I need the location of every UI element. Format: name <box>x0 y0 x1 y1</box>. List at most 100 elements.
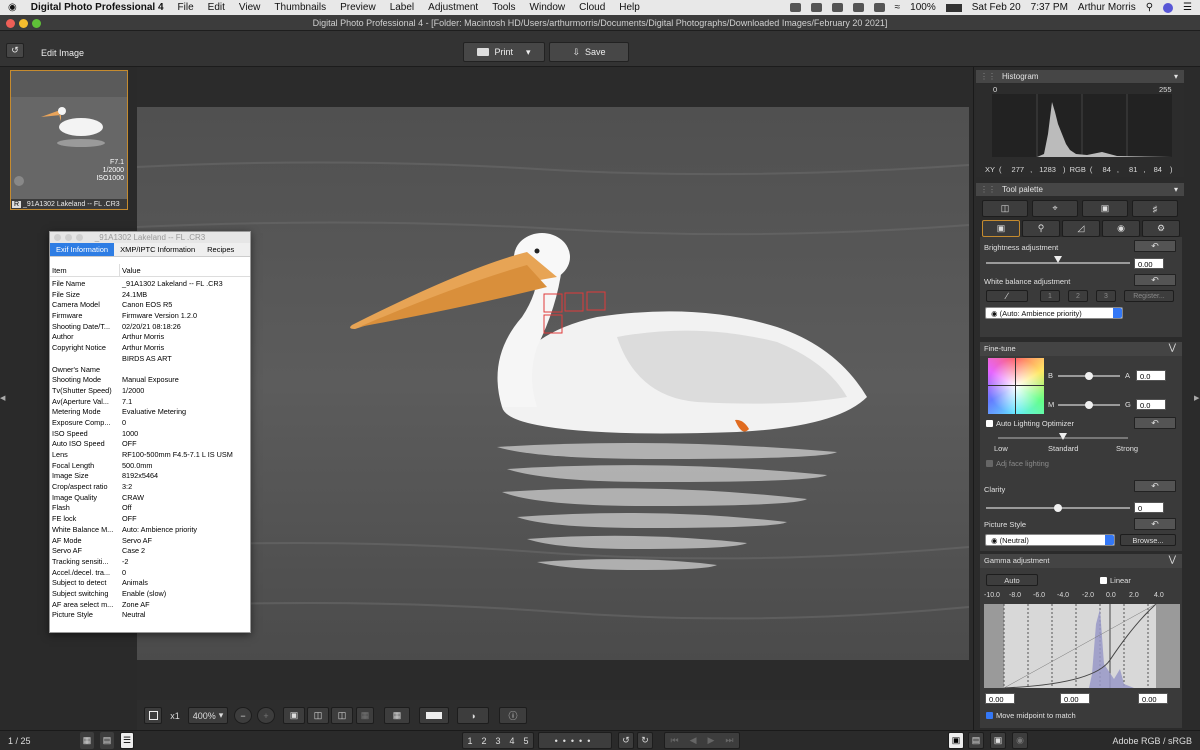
menu-edit[interactable]: Edit <box>208 2 225 13</box>
alo-reset-button[interactable]: ↶ <box>1134 417 1176 429</box>
tray-app-icon[interactable] <box>852 3 864 12</box>
gamma-black-value[interactable]: 0.00 <box>985 693 1015 704</box>
picture-style-reset-button[interactable]: ↶ <box>1134 518 1176 530</box>
exif-row[interactable]: AF Mode Servo AF <box>50 536 250 547</box>
tab-exif-information[interactable]: Exif Information <box>50 243 115 256</box>
tab-brightness-icon[interactable]: ▣ <box>982 220 1020 237</box>
alo-slider-handle[interactable] <box>1059 433 1067 440</box>
exif-row[interactable]: Auto ISO Speed OFF <box>50 439 250 450</box>
exif-row[interactable]: FE lock OFF <box>50 514 250 525</box>
gamma-auto-button[interactable]: Auto <box>986 574 1038 586</box>
save-button[interactable]: ⇩ Save <box>549 42 629 62</box>
exif-row[interactable]: BIRDS AS ART <box>50 354 250 365</box>
exif-row[interactable]: Shooting Mode Manual Exposure <box>50 375 250 386</box>
collapse-icon[interactable]: ⋁ <box>1169 554 1176 565</box>
control-center-icon[interactable]: ☰ <box>1183 2 1192 13</box>
rotate-right-icon[interactable]: ↻ <box>637 732 653 749</box>
first-image-icon[interactable]: ⏮ <box>670 735 678 746</box>
menu-thumbnails[interactable]: Thumbnails <box>274 2 326 13</box>
wb-preset-2[interactable]: 2 <box>1068 290 1088 302</box>
rating-4[interactable]: 4 <box>509 736 514 746</box>
siri-icon[interactable] <box>1163 2 1174 13</box>
menu-window[interactable]: Window <box>530 2 566 13</box>
compare-button[interactable]: ◫ <box>307 707 329 724</box>
eyedropper-button[interactable]: ∕ <box>986 290 1028 302</box>
exif-row[interactable]: Firmware Firmware Version 1.2.0 <box>50 311 250 322</box>
zoom-x1-button[interactable]: x1 <box>165 707 185 724</box>
wb-preset-3[interactable]: 3 <box>1096 290 1116 302</box>
menu-preview[interactable]: Preview <box>340 2 376 13</box>
exif-row[interactable]: Picture Style Neutral <box>50 610 250 621</box>
mg-value[interactable]: 0.0 <box>1136 399 1166 410</box>
tab-recipes[interactable]: Recipes <box>201 243 240 256</box>
exif-row[interactable]: Owner's Name <box>50 365 250 376</box>
menu-help[interactable]: Help <box>619 2 640 13</box>
tab-tone-curve-icon[interactable]: ◿ <box>1062 220 1100 237</box>
menu-label[interactable]: Label <box>390 2 414 13</box>
exif-row[interactable]: File Name _91A1302 Lakeland -- FL .CR3 <box>50 279 250 290</box>
camera-icon[interactable]: ◉ <box>1012 732 1028 749</box>
tab-basic-icon[interactable]: ◫ <box>982 200 1028 217</box>
white-balance-select[interactable]: ◉ (Auto: Ambience priority) <box>985 307 1123 319</box>
tab-crop-icon[interactable]: ⌖ <box>1032 200 1078 217</box>
chevron-down-icon[interactable]: ▾ <box>1174 183 1178 196</box>
thumb-view-medium-icon[interactable]: ▤ <box>100 732 114 749</box>
af-frame-button[interactable] <box>419 707 449 724</box>
clarity-value[interactable]: 0 <box>1134 502 1164 513</box>
exif-row[interactable]: Copyright Notice Arthur Morris <box>50 343 250 354</box>
exif-row[interactable]: ISO Speed 1000 <box>50 429 250 440</box>
thumbnail-item[interactable]: F7.1 1/2000 ISO1000 R _91A1302 Lakeland … <box>10 70 128 210</box>
close-window-icon[interactable] <box>6 19 15 28</box>
exif-row[interactable]: Image Quality CRAW <box>50 493 250 504</box>
wb-register-button[interactable]: Register... <box>1124 290 1174 302</box>
clarity-reset-button[interactable]: ↶ <box>1134 480 1176 492</box>
alo-slider[interactable] <box>998 433 1128 440</box>
zoom-out-button[interactable]: − <box>234 707 252 724</box>
collapse-icon[interactable]: ⋁ <box>1169 342 1176 353</box>
exif-row[interactable]: Shooting Date/T... 02/20/21 08:18:26 <box>50 322 250 333</box>
last-image-icon[interactable]: ⏭ <box>725 735 733 746</box>
rating-2[interactable]: 2 <box>481 736 486 746</box>
zoom-window-icon[interactable] <box>76 234 83 241</box>
exif-row[interactable]: Subject to detect Animals <box>50 578 250 589</box>
histogram-view-icon[interactable]: ▤ <box>968 732 984 749</box>
exif-row[interactable]: Crop/aspect ratio 3:2 <box>50 482 250 493</box>
drag-handle-icon[interactable]: ⋮⋮ <box>980 183 996 196</box>
label-dots[interactable]: ••••• <box>538 732 612 749</box>
brightness-reset-button[interactable]: ↶ <box>1134 240 1176 252</box>
tab-dust-icon[interactable]: ▣ <box>1082 200 1128 217</box>
grid-button[interactable]: ▦ <box>384 707 410 724</box>
exif-window-titlebar[interactable]: _91A1302 Lakeland -- FL .CR3 <box>50 232 250 243</box>
split-view-button[interactable]: ◫ <box>331 707 353 724</box>
brightness-slider[interactable] <box>986 256 1130 264</box>
menubar-time[interactable]: 7:37 PM <box>1031 2 1068 13</box>
prev-image-icon[interactable]: ◀ <box>690 735 697 746</box>
mg-slider[interactable] <box>1058 401 1120 409</box>
ba-slider[interactable] <box>1058 372 1120 380</box>
print-button[interactable]: Print ▾ <box>463 42 545 62</box>
af-point-button[interactable]: ▣ <box>283 707 305 724</box>
exif-row[interactable]: Focal Length 500.0mm <box>50 461 250 472</box>
zoom-in-button[interactable]: + <box>257 707 275 724</box>
exif-row[interactable]: File Size 24.1MB <box>50 290 250 301</box>
exif-row[interactable]: Image Size 8192x5464 <box>50 471 250 482</box>
exif-row[interactable]: Servo AF Case 2 <box>50 546 250 557</box>
col-item[interactable]: Item <box>50 264 120 276</box>
exif-row[interactable]: Subject switching Enable (slow) <box>50 589 250 600</box>
tray-app-icon[interactable] <box>831 3 843 12</box>
tool-palette-header[interactable]: Tool palette ⋮⋮ ▾ <box>976 183 1184 196</box>
exif-row[interactable]: AF area select m... Zone AF <box>50 600 250 611</box>
browse-button[interactable]: Browse... <box>1120 534 1176 546</box>
back-button[interactable]: ↺ <box>6 43 24 58</box>
mg-slider-handle[interactable] <box>1085 401 1093 409</box>
tab-stamp-icon[interactable]: ♯ <box>1132 200 1178 217</box>
rating-1[interactable]: 1 <box>467 736 472 746</box>
picture-style-select[interactable]: ◉ (Neutral) <box>985 534 1115 546</box>
exif-row[interactable]: Exposure Comp... 0 <box>50 418 250 429</box>
ba-value[interactable]: 0.0 <box>1136 370 1166 381</box>
menubar-date[interactable]: Sat Feb 20 <box>972 2 1021 13</box>
menu-adjustment[interactable]: Adjustment <box>428 2 478 13</box>
exif-row[interactable]: Tv(Shutter Speed) 1/2000 <box>50 386 250 397</box>
apple-menu-icon[interactable]: ◉ <box>8 2 17 13</box>
minimize-window-icon[interactable] <box>65 234 72 241</box>
